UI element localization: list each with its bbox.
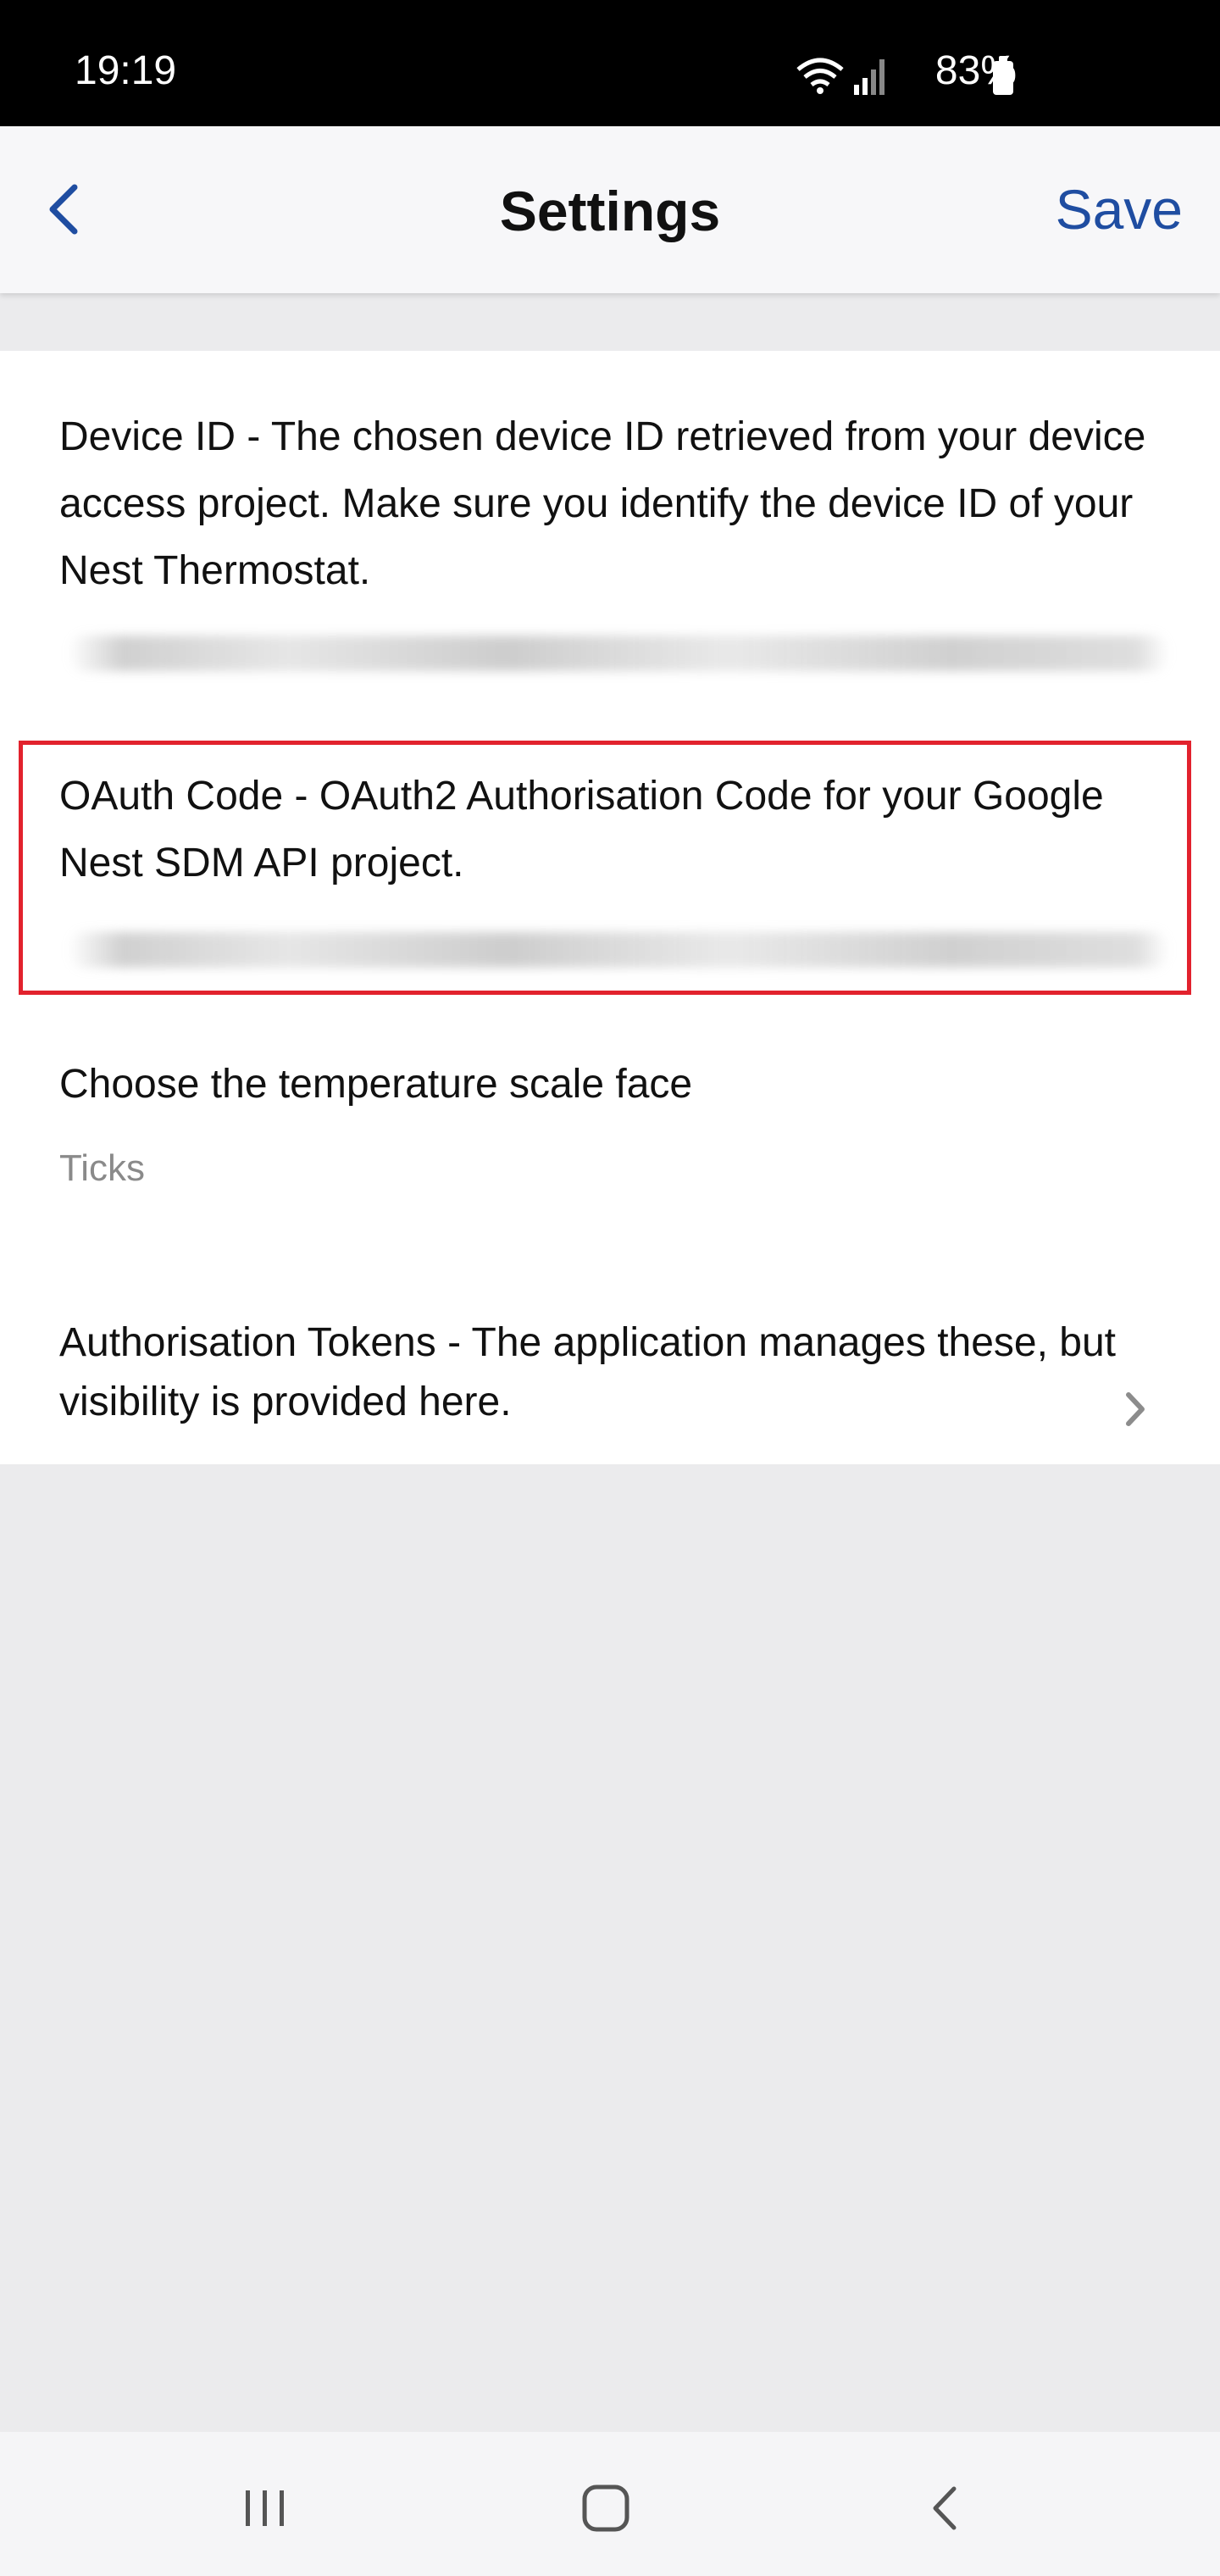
signal-icon: [854, 59, 884, 95]
status-bar: 19:19 83%: [0, 0, 1220, 126]
chevron-right-icon[interactable]: [1123, 1390, 1149, 1429]
system-nav-bar: [0, 2432, 1220, 2576]
temperature-scale-label[interactable]: Choose the temperature scale face: [59, 1051, 1178, 1118]
battery-icon: [993, 56, 1013, 95]
back-icon[interactable]: [917, 2479, 976, 2538]
wifi-icon: [796, 58, 844, 94]
recent-apps-icon[interactable]: [236, 2479, 295, 2538]
status-time: 19:19: [75, 48, 177, 93]
authorisation-tokens-label[interactable]: Authorisation Tokens - The application m…: [59, 1313, 1178, 1432]
temperature-scale-value[interactable]: Ticks: [59, 1147, 145, 1190]
home-icon[interactable]: [576, 2479, 635, 2538]
oauth-highlight-box: [19, 741, 1191, 995]
save-button[interactable]: Save: [1056, 177, 1183, 242]
device-id-field[interactable]: [68, 636, 1169, 671]
nav-header: Settings Save: [0, 126, 1220, 293]
device-id-label: Device ID - The chosen device ID retriev…: [59, 414, 1146, 593]
page-title: Settings: [499, 180, 721, 242]
